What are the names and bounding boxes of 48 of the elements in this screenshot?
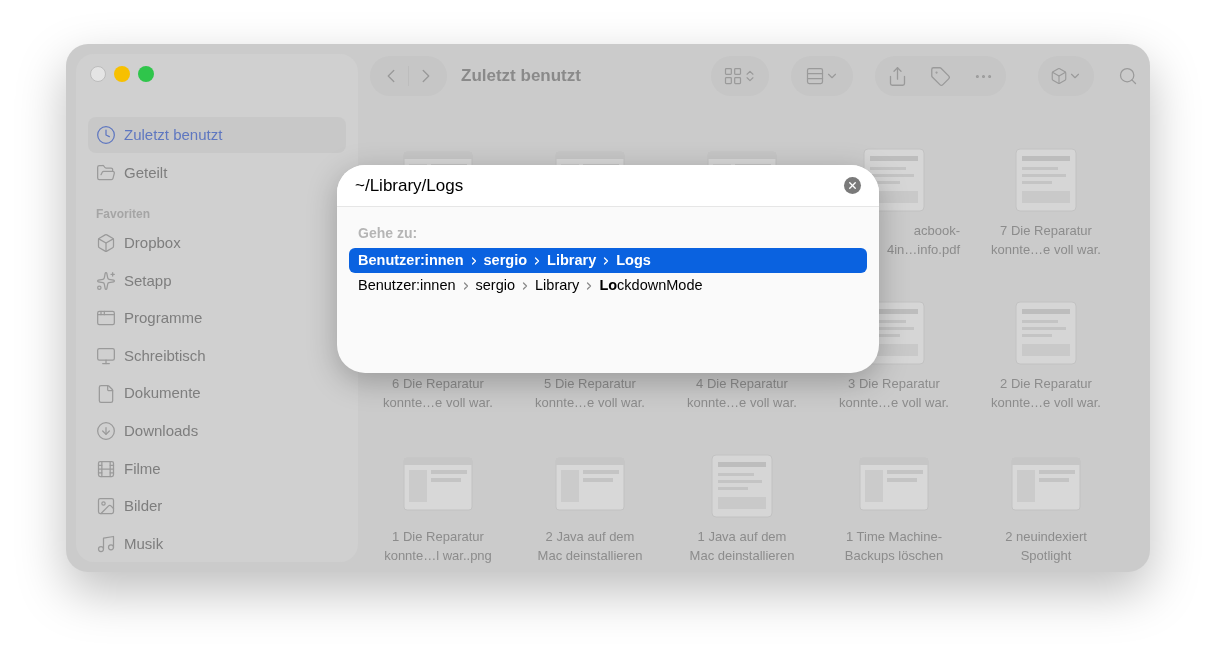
sidebar-item[interactable]: Downloads	[88, 413, 346, 450]
file-name: 2 Die Reparatur	[1000, 375, 1092, 393]
sidebar-item[interactable]: Dropbox	[88, 225, 346, 262]
file-name: Mac deinstallieren	[689, 547, 795, 565]
file-name: 4 Die Reparatur	[696, 375, 788, 393]
sidebar-item[interactable]: Programme	[88, 300, 346, 337]
file-name: 2 neuindexiert	[1005, 528, 1087, 546]
file-name: 1 Time Machine-	[845, 528, 943, 546]
file-name: Mac deinstallieren	[537, 547, 643, 565]
file-name: 7 Die Reparatur	[1000, 222, 1092, 240]
file-name: 1 Die Reparatur	[392, 528, 484, 546]
sidebar-item[interactable]: Musik	[88, 526, 346, 562]
path-label: Benutzer:innen	[358, 250, 464, 270]
path-label: Benutzer:innen	[358, 275, 456, 295]
sidebar-item[interactable]: Zuletzt benutzt	[88, 117, 346, 154]
file-name: 1 Java auf dem	[697, 528, 787, 546]
file-name: konnte…e voll war.	[687, 394, 797, 412]
file-name: acbook-	[913, 222, 960, 240]
sidebar-item[interactable]: Dokumente	[88, 375, 346, 412]
path-label: Library	[535, 275, 580, 295]
file-name: konnte…e voll war.	[535, 394, 645, 412]
sidebar-item[interactable]: Setapp	[88, 262, 346, 299]
file-name: konnte…l war..png	[384, 547, 492, 565]
file-name: Backups löschen	[844, 547, 944, 565]
path-label: LockdownMode	[599, 275, 703, 295]
file-name: konnte…e voll war.	[383, 394, 493, 412]
file-name: 4in…info.pdf	[887, 241, 960, 259]
path-field[interactable]: ~/Library/Logs	[337, 165, 879, 207]
path-label: sergio	[483, 250, 528, 270]
sidebar-item[interactable]: Schreibtisch	[88, 338, 346, 375]
section-heading: Gehe zu:	[357, 224, 419, 243]
file-name: konnte…e voll war.	[991, 394, 1101, 412]
file-name: 6 Die Reparatur	[392, 375, 484, 393]
path-label: Library	[547, 250, 597, 270]
sidebar-item[interactable]: Filme	[88, 450, 346, 487]
path-result[interactable]: Benutzer:innen sergio Library LockdownMode	[349, 273, 867, 298]
path-input[interactable]: ~/Library/Logs	[355, 172, 844, 199]
file-name: konnte…e voll war.	[991, 241, 1101, 259]
file-name: konnte…e voll war.	[839, 394, 949, 412]
file-name: Spotlight	[1020, 547, 1072, 565]
file-name: 3 Die Reparatur	[848, 375, 940, 393]
path-label: Logs	[616, 250, 651, 270]
file-name: 5 Die Reparatur	[544, 375, 636, 393]
window-title: Zuletzt benutzt	[461, 65, 582, 88]
path-label: sergio	[475, 275, 516, 295]
file-name: 2 Java auf dem	[545, 528, 635, 546]
sidebar-item[interactable]: Bilder	[88, 488, 346, 525]
path-result[interactable]: Benutzer:innen sergio Library Logs	[349, 248, 867, 273]
